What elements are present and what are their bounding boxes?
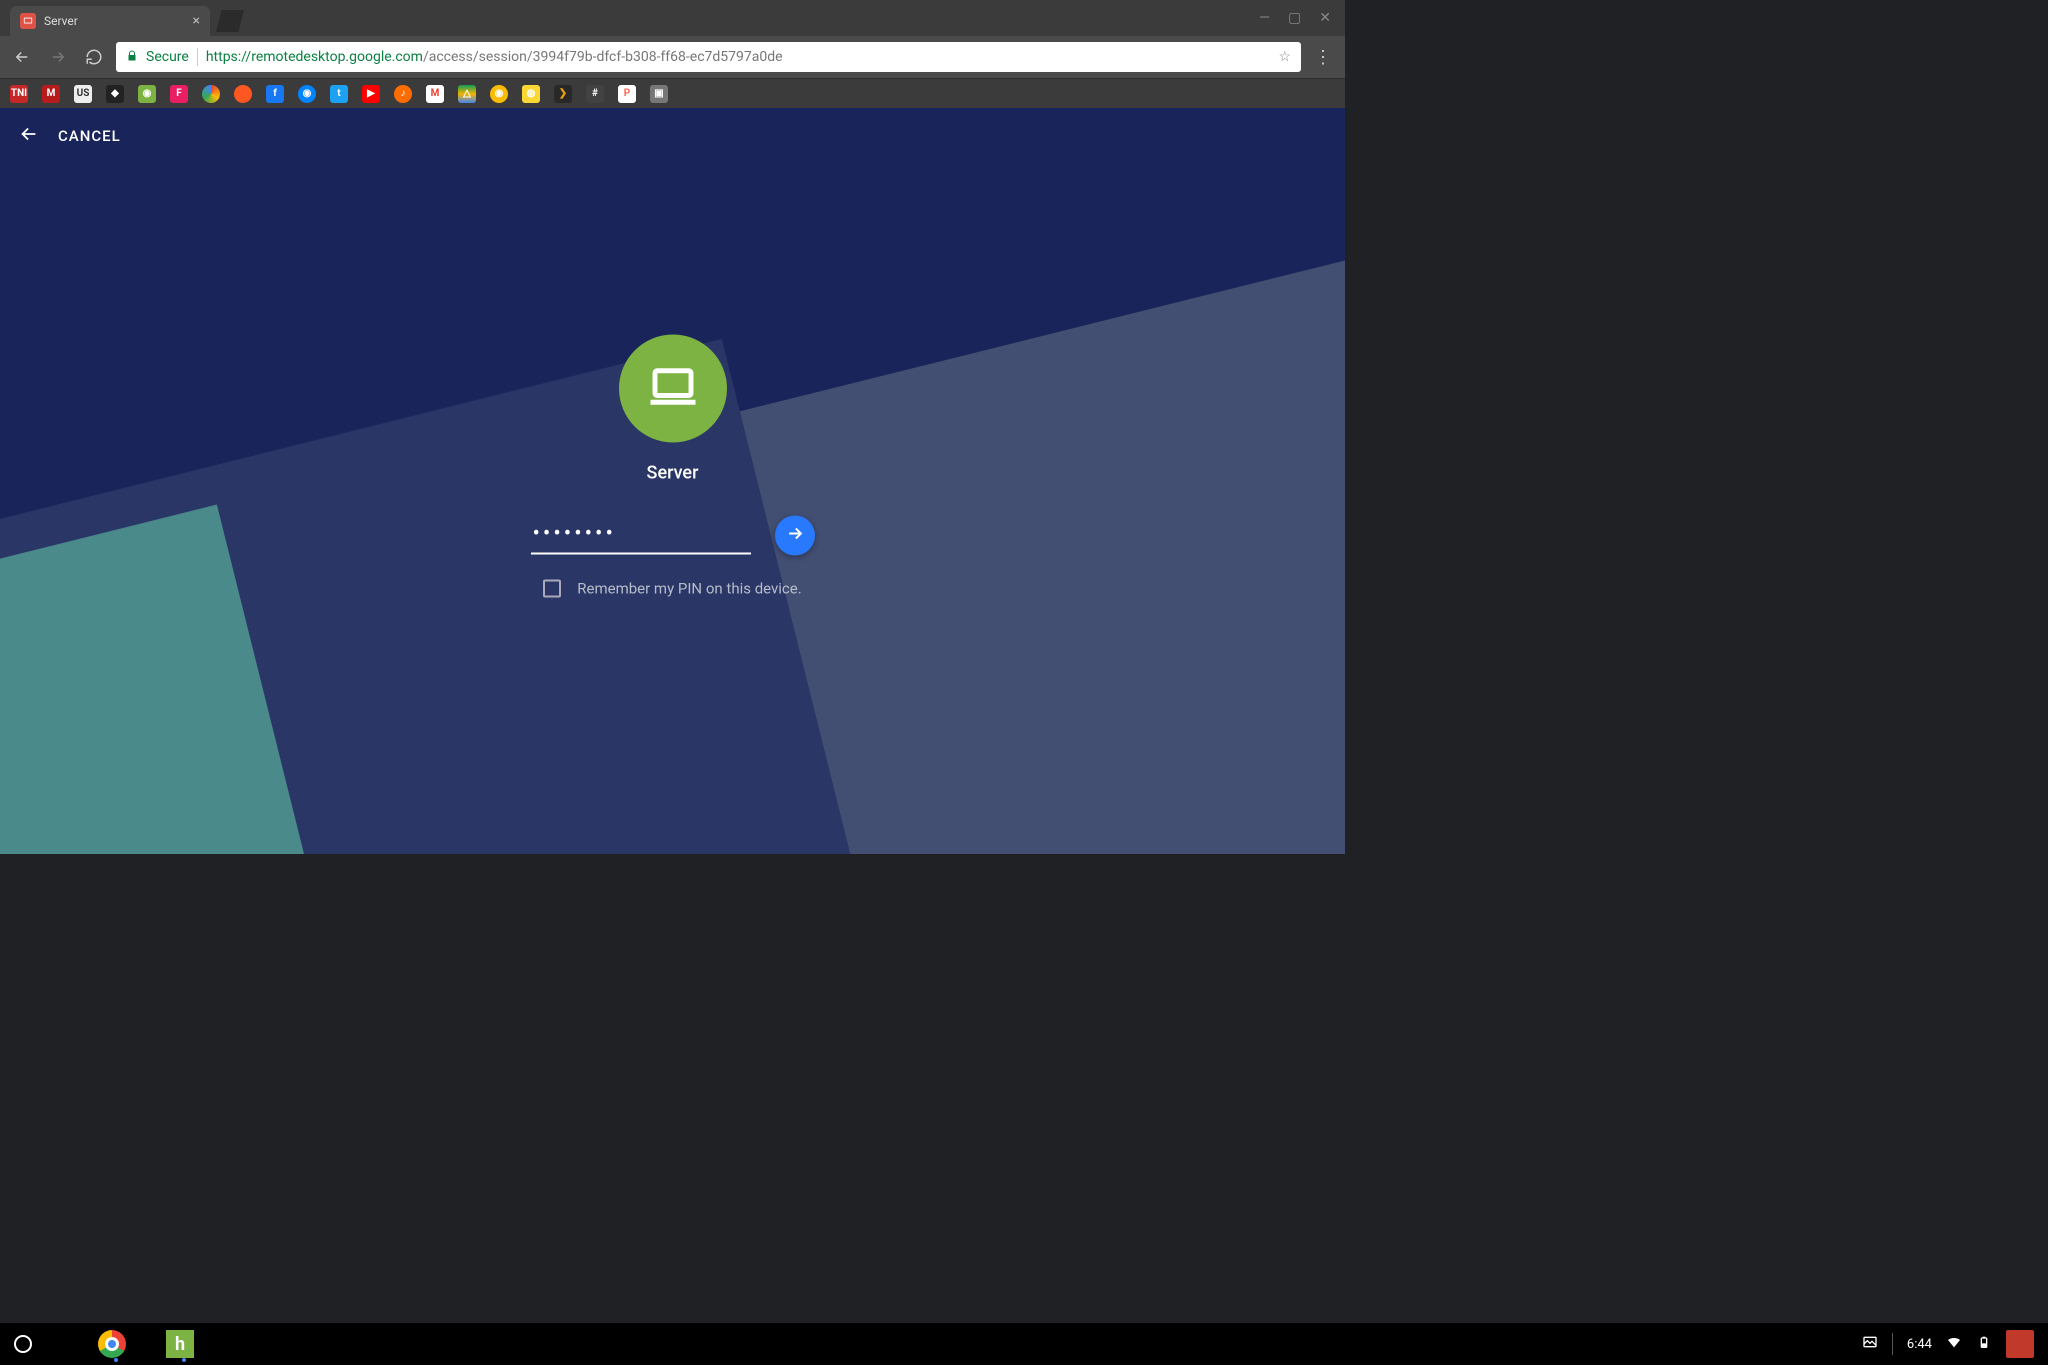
running-indicator [182,1358,186,1362]
bookmark-icon[interactable]: f [266,85,284,103]
maximize-button[interactable]: ▢ [1288,10,1301,26]
page-content: CANCEL Server Remember my PIN on this de… [0,108,1345,854]
tab-favicon [20,13,36,29]
bookmark-icon[interactable]: △ [458,85,476,103]
reload-button[interactable] [80,43,108,71]
user-avatar[interactable] [2006,1330,2034,1358]
close-window-button[interactable]: ✕ [1319,10,1331,26]
secure-label: Secure [146,49,189,65]
wifi-icon[interactable] [1946,1334,1962,1354]
browser-toolbar: Secure https://remotedesktop.google.com/… [0,36,1345,78]
device-avatar [619,335,727,443]
bookmark-icon[interactable]: ◉ [138,85,156,103]
running-indicator [114,1358,118,1362]
window-controls: — ▢ ✕ [1245,0,1345,36]
address-bar[interactable]: Secure https://remotedesktop.google.com/… [116,42,1301,72]
bookmarks-bar: TNI M US ◆ ◉ F f ◉ t ▶ ♪ M △ ◉ ◍ ❯ # P ▣ [0,78,1345,108]
device-name: Server [647,463,699,484]
bookmark-icon[interactable]: US [74,85,92,103]
bookmark-icon[interactable]: # [586,85,604,103]
bookmark-icon[interactable]: TNI [10,85,28,103]
bookmark-icon[interactable]: ◆ [106,85,124,103]
remember-label: Remember my PIN on this device. [577,580,801,598]
bookmark-icon[interactable]: ◍ [522,85,540,103]
forward-button[interactable] [44,43,72,71]
url-domain: remotedesktop.google.com [251,49,423,65]
arrow-right-icon [785,524,805,548]
remember-row: Remember my PIN on this device. [543,580,801,598]
lock-icon [126,50,138,65]
bookmark-icon[interactable]: ◉ [490,85,508,103]
bookmark-icon[interactable] [234,85,252,103]
cancel-button[interactable]: CANCEL [58,127,121,145]
app-bar: CANCEL [0,108,1345,164]
minimize-button[interactable]: — [1259,10,1270,26]
url-text: https://remotedesktop.google.com/access/… [206,49,783,65]
submit-button[interactable] [775,516,815,556]
chrome-app-icon[interactable] [98,1330,126,1358]
bookmark-icon[interactable]: P [618,85,636,103]
battery-icon[interactable] [1976,1334,1992,1354]
back-button[interactable] [8,43,36,71]
browser-chrome: Server × — ▢ ✕ Secure https://remotedesk… [0,0,1345,108]
os-taskbar: h 6:44 [0,1323,2048,1365]
bookmark-icon[interactable]: F [170,85,188,103]
bookmark-icon[interactable]: M [426,85,444,103]
back-arrow-icon[interactable] [18,123,40,149]
bookmark-icon[interactable]: ♪ [394,85,412,103]
tray-separator [1892,1333,1893,1355]
bookmark-icon[interactable]: ▶ [362,85,380,103]
omnibox-separator [197,48,198,66]
bookmark-icon[interactable]: ◉ [298,85,316,103]
chrome-menu-button[interactable]: ⋮ [1309,47,1337,68]
new-tab-button[interactable] [216,10,244,32]
remember-checkbox[interactable] [543,580,561,598]
browser-tab[interactable]: Server × [10,6,210,36]
tab-strip: Server × — ▢ ✕ [0,0,1345,36]
bookmark-icon[interactable] [202,85,220,103]
tab-close-icon[interactable]: × [193,13,200,29]
bookmark-icon[interactable]: ❯ [554,85,572,103]
bookmark-icon[interactable]: M [42,85,60,103]
clock[interactable]: 6:44 [1907,1337,1932,1352]
bookmark-star-icon[interactable]: ☆ [1278,49,1291,65]
pin-input[interactable] [531,517,751,554]
laptop-icon [646,360,700,418]
pin-row [531,516,815,556]
hulu-letter: h [175,1334,185,1355]
url-path: /access/session/3994f79b-dfcf-b308-ff68-… [423,49,783,65]
gallery-icon[interactable] [1862,1334,1878,1354]
bookmark-icon[interactable]: t [330,85,348,103]
tab-title: Server [44,14,78,28]
url-scheme: https:// [206,49,251,65]
launcher-button[interactable] [14,1335,32,1353]
system-tray: 6:44 [1862,1330,2034,1358]
bookmark-folder-icon[interactable]: ▣ [650,85,668,103]
hulu-app-icon[interactable]: h [166,1330,194,1358]
login-panel: Server Remember my PIN on this device. [531,335,815,598]
